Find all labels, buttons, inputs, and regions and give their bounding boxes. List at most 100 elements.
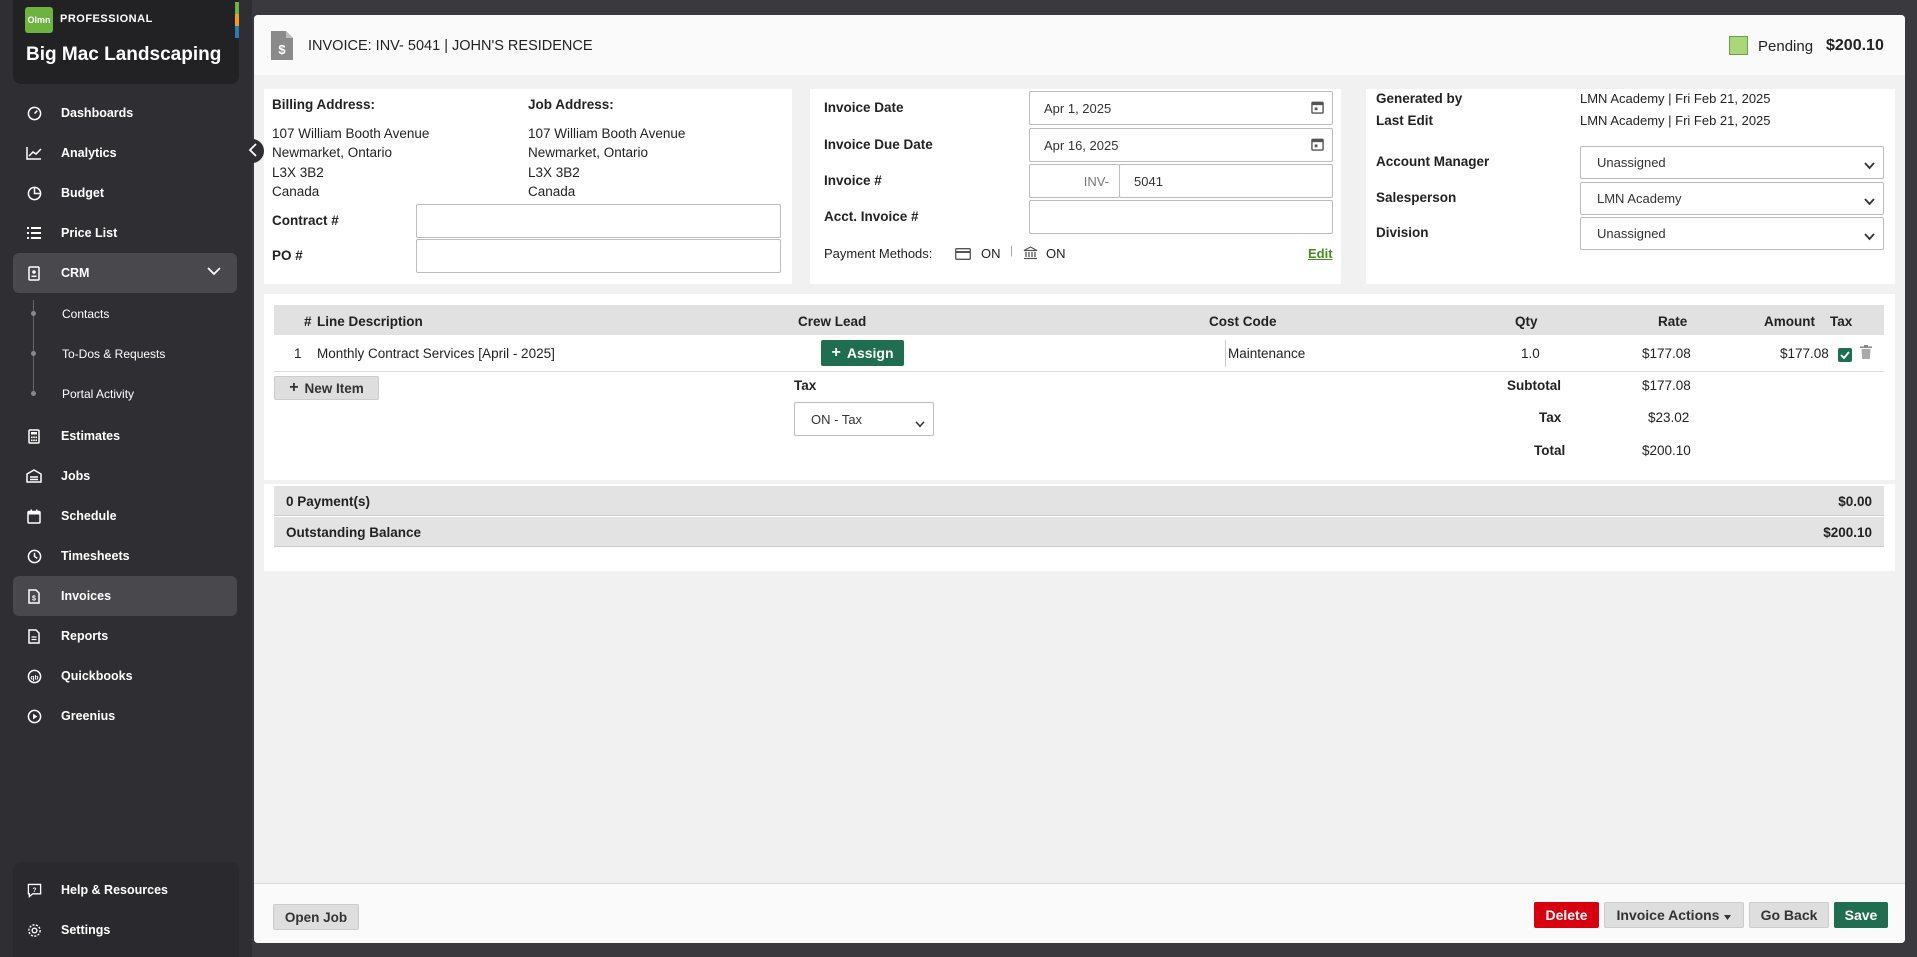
division-select[interactable]: Unassigned: [1580, 217, 1884, 250]
sidebar-item-schedule[interactable]: Schedule: [13, 496, 237, 536]
sidebar-item-jobs[interactable]: Jobs: [13, 456, 237, 496]
new-item-button[interactable]: + New Item: [274, 376, 379, 400]
collapse-sidebar-button[interactable]: [240, 139, 264, 163]
invoice-date-field[interactable]: Apr 1, 2025: [1029, 91, 1333, 125]
sidebar-item-estimates[interactable]: Estimates: [13, 416, 237, 456]
sidebar-item-label: Timesheets: [61, 549, 130, 563]
edit-payment-methods-link[interactable]: Edit: [1308, 246, 1333, 261]
invoice-number-field[interactable]: 5041: [1119, 164, 1333, 198]
calendar-icon[interactable]: [1311, 137, 1324, 154]
tax-checkbox[interactable]: [1838, 348, 1852, 362]
contract-number-field[interactable]: [416, 204, 781, 238]
invoice-due-date-value: Apr 16, 2025: [1044, 137, 1119, 153]
sidebar-item-reports[interactable]: Reports: [13, 616, 237, 656]
row-qty[interactable]: 1.0: [1521, 346, 1540, 361]
calendar-icon[interactable]: [1311, 100, 1324, 117]
invoice-prefix-field[interactable]: INV-: [1029, 164, 1120, 198]
chevron-down-icon[interactable]: [207, 265, 221, 279]
invoice-editor: $ INVOICE: INV- 5041 | JOHN'S RESIDENCE …: [254, 15, 1905, 943]
row-number: 1: [294, 346, 302, 361]
invoice-document-icon: $: [270, 30, 294, 64]
gear-icon: [26, 922, 42, 938]
row-description[interactable]: Monthly Contract Services [April - 2025]: [317, 346, 555, 361]
jobs-stack-icon: [26, 468, 42, 484]
payments-count-label: 0 Payment(s): [286, 494, 371, 509]
po-number-field[interactable]: [416, 239, 781, 273]
sidebar-item-label: Settings: [61, 923, 111, 937]
sidebar-item-crm[interactable]: CRM: [13, 253, 237, 293]
sidebar-subitem-contacts[interactable]: Contacts: [62, 307, 109, 321]
billing-address-label: Billing Address:: [272, 97, 376, 112]
lmn-logo: Olmn: [25, 7, 53, 33]
invoice-due-date-field[interactable]: Apr 16, 2025: [1029, 128, 1333, 162]
sidebar-item-label: Budget: [61, 186, 105, 200]
invoice-actions-dropdown[interactable]: Invoice Actions: [1604, 902, 1744, 928]
job-address-line: L3X 3B2: [528, 165, 580, 180]
delete-button[interactable]: Delete: [1534, 902, 1599, 928]
list-icon: [26, 225, 42, 241]
line-chart-icon: [26, 145, 42, 161]
salesperson-select[interactable]: LMN Academy: [1580, 182, 1884, 215]
sidebar-item-budget[interactable]: Budget: [13, 173, 237, 213]
outstanding-balance-row: Outstanding Balance $200.10: [274, 517, 1884, 547]
sidebar-item-quickbooks[interactable]: qb Quickbooks: [13, 656, 237, 696]
tax-rate-select[interactable]: ON - Tax: [794, 402, 934, 436]
po-label: PO #: [272, 248, 303, 263]
tax-rate-value: ON - Tax: [811, 411, 863, 427]
sidebar-subitem-todos[interactable]: To-Dos & Requests: [62, 347, 165, 361]
col-number: #: [304, 314, 312, 329]
sidebar-item-label: CRM: [61, 266, 90, 280]
sidebar-item-price-list[interactable]: Price List: [13, 213, 237, 253]
job-address-line: Canada: [528, 184, 576, 199]
sidebar-item-invoices[interactable]: $ Invoices: [13, 576, 237, 616]
col-rate: Rate: [1658, 314, 1688, 329]
report-document-icon: [26, 628, 42, 644]
salesperson-label: Salesperson: [1376, 190, 1457, 205]
payments-amount: $0.00: [1838, 494, 1872, 509]
help-chat-icon: ?: [26, 882, 42, 898]
sidebar-item-label: Estimates: [61, 429, 121, 443]
sidebar-item-settings[interactable]: Settings: [13, 910, 237, 950]
subtotal-value: $177.08: [1642, 378, 1691, 393]
row-rate[interactable]: $177.08: [1642, 346, 1691, 361]
credit-card-icon: [955, 247, 971, 263]
account-manager-value: Unassigned: [1597, 155, 1666, 170]
brand-color-bars: [235, 2, 239, 38]
col-cost-code: Cost Code: [1209, 314, 1277, 329]
sidebar-item-greenius[interactable]: Greenius: [13, 696, 237, 736]
assign-crew-button[interactable]: + Assign: [821, 340, 904, 366]
sidebar-item-label: Price List: [61, 226, 118, 240]
card-payment-state: ON: [981, 246, 1001, 261]
invoice-dollar-icon: $: [26, 588, 42, 604]
plus-icon: +: [831, 344, 841, 361]
job-address-line: 107 William Booth Avenue: [528, 126, 686, 141]
go-back-button[interactable]: Go Back: [1749, 902, 1829, 928]
account-manager-select[interactable]: Unassigned: [1580, 146, 1884, 179]
play-circle-icon: [26, 708, 42, 724]
sidebar-item-timesheets[interactable]: Timesheets: [13, 536, 237, 576]
trash-icon[interactable]: [1860, 345, 1872, 362]
invoice-due-date-label: Invoice Due Date: [824, 137, 933, 152]
acct-invoice-field[interactable]: [1029, 200, 1333, 234]
payments-row[interactable]: 0 Payment(s) $0.00: [274, 486, 1884, 516]
sidebar: Olmn PROFESSIONAL Big Mac Landscaping Da…: [0, 0, 252, 957]
row-cost-code[interactable]: Maintenance: [1228, 346, 1305, 361]
sidebar-subitem-portal-activity[interactable]: Portal Activity: [62, 387, 134, 401]
last-edit-label: Last Edit: [1376, 113, 1434, 128]
quickbooks-icon: qb: [26, 668, 42, 684]
brand-header[interactable]: Olmn PROFESSIONAL Big Mac Landscaping: [13, 0, 239, 84]
total-value: $200.10: [1642, 443, 1691, 458]
sidebar-item-dashboards[interactable]: Dashboards: [13, 93, 237, 133]
chevron-down-icon: [1864, 229, 1875, 244]
status-badge: Pending: [1758, 38, 1814, 55]
save-button[interactable]: Save: [1834, 902, 1888, 928]
sidebar-item-help[interactable]: ? Help & Resources: [13, 870, 237, 910]
table-row[interactable]: 1 Monthly Contract Services [April - 202…: [274, 335, 1884, 372]
chevron-down-icon: [1864, 194, 1875, 209]
svg-text:?: ?: [32, 886, 36, 893]
company-name: Big Mac Landscaping: [26, 44, 222, 65]
submenu-dot: [31, 391, 36, 396]
billing-address-line: L3X 3B2: [272, 165, 324, 180]
sidebar-item-analytics[interactable]: Analytics: [13, 133, 237, 173]
open-job-button[interactable]: Open Job: [273, 904, 359, 930]
